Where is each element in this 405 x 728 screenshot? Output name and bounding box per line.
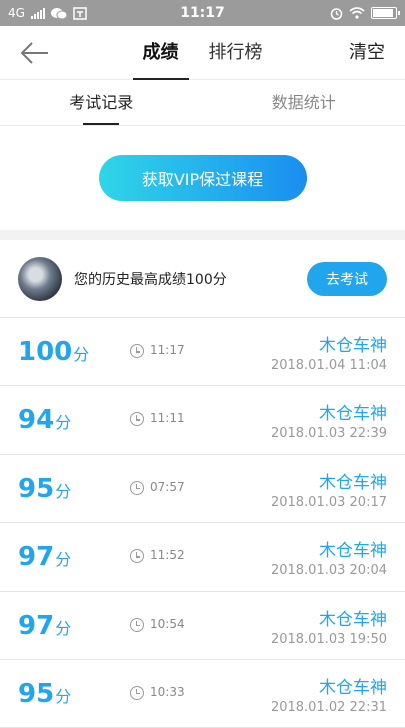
score-value: 97 <box>18 611 54 641</box>
clock-icon <box>130 412 144 426</box>
record-row[interactable]: 97分 11:52 木仓车神 2018.01.03 20:04 <box>0 523 405 591</box>
record-date: 2018.01.03 22:39 <box>271 426 387 441</box>
record-row[interactable]: 97分 10:54 木仓车神 2018.01.03 19:50 <box>0 592 405 660</box>
score-unit: 分 <box>55 550 71 569</box>
network-label: 4G <box>8 6 25 20</box>
score-value: 97 <box>18 542 54 572</box>
score-unit: 分 <box>55 619 71 638</box>
score-unit: 分 <box>55 687 71 706</box>
record-date: 2018.01.04 11:04 <box>271 358 387 373</box>
score-unit: 分 <box>55 482 71 501</box>
record-score: 95分 <box>18 474 71 507</box>
record-user: 木仓车神 <box>319 536 387 561</box>
score-unit: 分 <box>55 413 71 432</box>
wifi-icon <box>349 7 365 19</box>
score-value: 95 <box>18 474 54 504</box>
score-value: 95 <box>18 679 54 709</box>
clock-icon <box>130 686 144 700</box>
record-user: 木仓车神 <box>319 399 387 424</box>
signal-icon <box>31 8 45 19</box>
clock-icon <box>130 549 144 563</box>
record-score: 97分 <box>18 542 71 575</box>
record-duration: 11:11 <box>150 411 185 425</box>
battery-icon <box>371 7 397 19</box>
best-score-row: 您的历史最高成绩100分 去考试 <box>0 240 405 318</box>
screenshot-icon <box>73 7 87 20</box>
clock-icon <box>130 344 144 358</box>
best-score-text: 您的历史最高成绩100分 <box>74 269 307 289</box>
vip-section: 获取VIP保过课程 <box>0 126 405 230</box>
sub-tabs: 考试记录 数据统计 <box>0 80 405 126</box>
record-user: 木仓车神 <box>319 468 387 493</box>
clear-button[interactable]: 清空 <box>349 26 385 80</box>
record-score: 94分 <box>18 405 71 438</box>
alarm-icon <box>330 7 343 20</box>
status-right <box>330 7 397 20</box>
record-date: 2018.01.02 22:31 <box>271 700 387 715</box>
clock-icon <box>130 481 144 495</box>
status-bar: 4G 11:17 <box>0 0 405 26</box>
tab-ranking[interactable]: 排行榜 <box>205 26 267 80</box>
tab-exam-records[interactable]: 考试记录 <box>0 80 203 125</box>
record-user: 木仓车神 <box>319 673 387 698</box>
top-nav: 成绩 排行榜 清空 <box>0 26 405 80</box>
record-row[interactable]: 100分 11:17 木仓车神 2018.01.04 11:04 <box>0 318 405 386</box>
record-row[interactable]: 94分 11:11 木仓车神 2018.01.03 22:39 <box>0 386 405 454</box>
record-duration: 10:54 <box>150 617 185 631</box>
record-duration: 07:57 <box>150 480 185 494</box>
record-score: 100分 <box>18 337 89 370</box>
record-duration: 11:52 <box>150 548 185 562</box>
tab-statistics[interactable]: 数据统计 <box>203 80 405 125</box>
avatar[interactable] <box>18 257 62 301</box>
record-row[interactable]: 95分 10:33 木仓车神 2018.01.02 22:31 <box>0 660 405 728</box>
record-user: 木仓车神 <box>319 605 387 630</box>
record-score: 95分 <box>18 679 71 712</box>
record-date: 2018.01.03 20:17 <box>271 495 387 510</box>
score-value: 100 <box>18 337 72 367</box>
wechat-icon <box>51 7 67 20</box>
take-exam-button[interactable]: 去考试 <box>307 262 387 296</box>
vip-course-button[interactable]: 获取VIP保过课程 <box>99 155 307 201</box>
record-row[interactable]: 95分 07:57 木仓车神 2018.01.03 20:17 <box>0 455 405 523</box>
record-duration: 10:33 <box>150 685 185 699</box>
score-value: 94 <box>18 405 54 435</box>
record-user: 木仓车神 <box>319 331 387 356</box>
record-date: 2018.01.03 19:50 <box>271 632 387 647</box>
record-duration: 11:17 <box>150 343 185 357</box>
record-date: 2018.01.03 20:04 <box>271 563 387 578</box>
clock-icon <box>130 618 144 632</box>
records-list: 100分 11:17 木仓车神 2018.01.04 11:04 94分 11:… <box>0 318 405 728</box>
main-tabs: 成绩 排行榜 <box>0 26 405 80</box>
tab-scores[interactable]: 成绩 <box>139 26 183 80</box>
status-left: 4G <box>8 6 87 20</box>
record-score: 97分 <box>18 611 71 644</box>
section-divider <box>0 230 405 240</box>
score-unit: 分 <box>73 345 89 364</box>
